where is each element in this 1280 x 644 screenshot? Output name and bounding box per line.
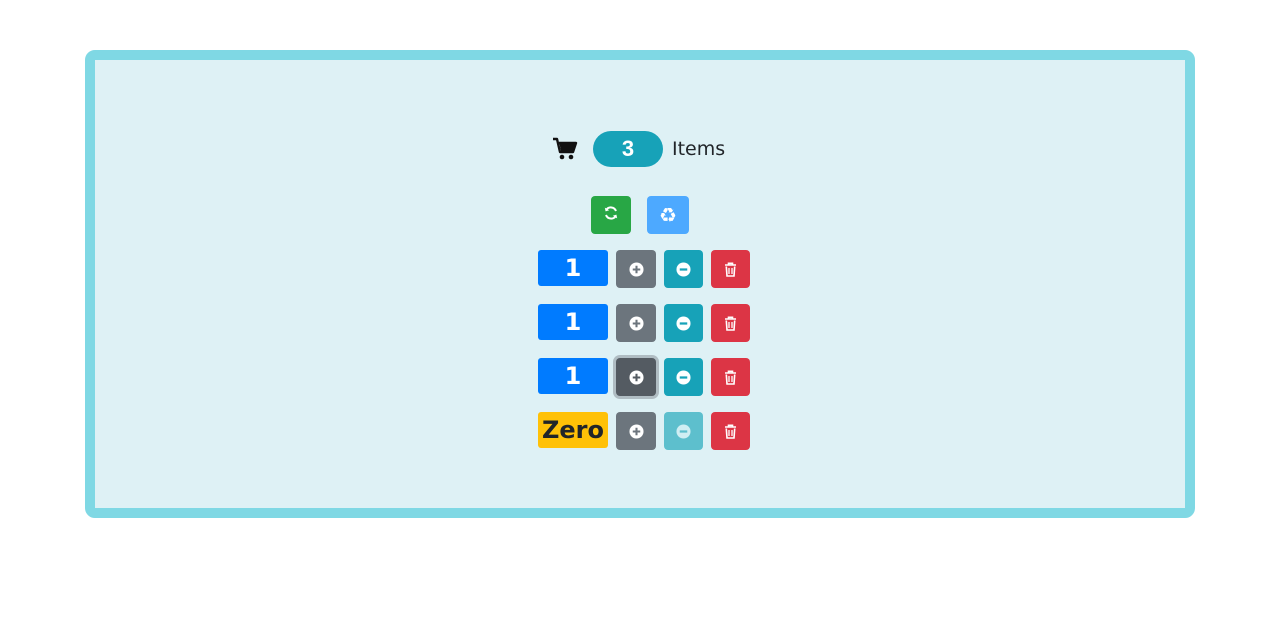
plus-circle-icon bbox=[628, 369, 644, 385]
trash-icon bbox=[725, 424, 736, 439]
item-count-badge: 3 bbox=[593, 131, 663, 167]
recycle-icon: ♻ bbox=[659, 204, 677, 227]
counter-value: 1 bbox=[538, 250, 608, 286]
counter-value: 1 bbox=[538, 358, 608, 394]
counter-value: 1 bbox=[538, 304, 608, 340]
increment-button[interactable] bbox=[616, 304, 656, 342]
minus-circle-icon bbox=[676, 315, 691, 331]
decrement-button[interactable] bbox=[664, 304, 703, 342]
trash-icon bbox=[725, 370, 736, 385]
plus-circle-icon bbox=[628, 261, 644, 277]
items-label: Items bbox=[672, 138, 726, 160]
delete-button[interactable] bbox=[711, 358, 750, 396]
increment-button[interactable] bbox=[616, 412, 656, 450]
cart-header: 3 Items bbox=[552, 131, 725, 167]
decrement-button[interactable] bbox=[664, 250, 703, 288]
delete-button[interactable] bbox=[711, 412, 750, 450]
cart-icon bbox=[552, 137, 578, 161]
decrement-button-disabled bbox=[664, 412, 703, 450]
trash-icon bbox=[725, 262, 736, 277]
recycle-button[interactable]: ♻ bbox=[647, 196, 689, 234]
plus-circle-icon bbox=[628, 423, 644, 439]
increment-button[interactable] bbox=[616, 358, 656, 396]
minus-circle-icon bbox=[676, 423, 691, 439]
trash-icon bbox=[725, 316, 736, 331]
delete-button[interactable] bbox=[711, 304, 750, 342]
refresh-icon bbox=[603, 205, 619, 226]
increment-button[interactable] bbox=[616, 250, 656, 288]
minus-circle-icon bbox=[676, 261, 691, 277]
refresh-button[interactable] bbox=[591, 196, 631, 234]
decrement-button[interactable] bbox=[664, 358, 703, 396]
plus-circle-icon bbox=[628, 315, 644, 331]
minus-circle-icon bbox=[676, 369, 691, 385]
delete-button[interactable] bbox=[711, 250, 750, 288]
counter-value: Zero bbox=[538, 412, 608, 448]
